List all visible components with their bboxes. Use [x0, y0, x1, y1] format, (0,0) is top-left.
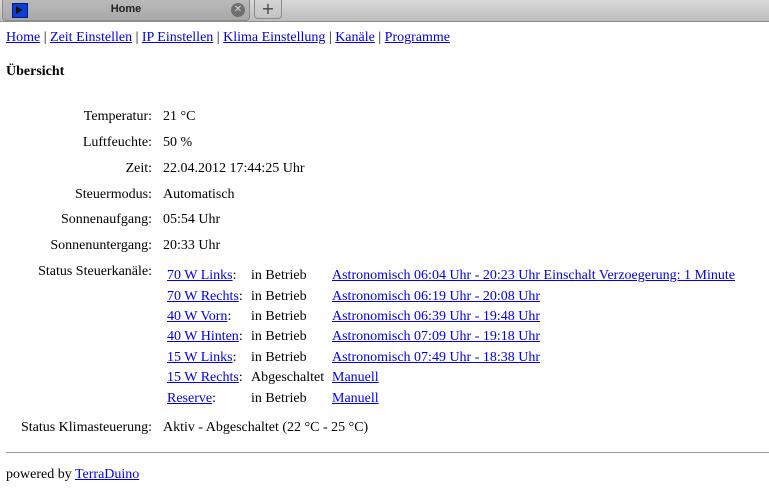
footer-prefix: powered by: [6, 467, 72, 482]
temperature-label: Temperatur:: [83, 109, 152, 124]
sunset-value: 20:33 Uhr: [163, 238, 221, 253]
channel-link-15w-links[interactable]: 15 W Links: [167, 350, 233, 365]
channel-name: 15 W Links:: [167, 350, 237, 366]
channel-colon: :: [238, 370, 243, 385]
new-tab-button[interactable]: +: [254, 0, 282, 19]
channel-colon: :: [238, 289, 243, 304]
channel-name: 70 W Links:: [167, 268, 237, 284]
browser-tab-bar: Home ✕ +: [0, 0, 769, 22]
channel-colon: :: [212, 391, 216, 406]
channel-name: Reserve:: [167, 391, 216, 407]
nav-separator: |: [216, 30, 220, 45]
channel-colon: :: [227, 309, 232, 324]
channel-name: 15 W Rechts:: [167, 370, 243, 386]
nav-link-zeit-einstellen[interactable]: Zeit Einstellen: [50, 30, 132, 45]
channel-colon: :: [232, 350, 237, 365]
nav-link-kanaele[interactable]: Kanäle: [335, 30, 375, 45]
channel-state: in Betrieb: [251, 289, 307, 304]
browser-tab[interactable]: Home ✕: [2, 0, 250, 21]
climate-label: Status Klimasteuerung:: [20, 420, 152, 435]
channel-program-link[interactable]: Astronomisch 07:09 Uhr - 19:18 Uhr: [332, 329, 540, 345]
humidity-value: 50 %: [163, 135, 193, 150]
tab-title: Home: [110, 3, 142, 15]
channel-colon: :: [238, 329, 243, 344]
sunset-label: Sonnenuntergang:: [50, 238, 152, 253]
control-mode-value: Automatisch: [163, 187, 235, 202]
nav-link-ip-einstellen[interactable]: IP Einstellen: [142, 30, 213, 45]
nav-link-home[interactable]: Home: [6, 30, 40, 45]
time-label: Zeit:: [125, 161, 152, 176]
plus-icon: +: [261, 0, 275, 18]
channel-link-40w-hinten[interactable]: 40 W Hinten: [167, 329, 239, 344]
channel-link-40w-vorn[interactable]: 40 W Vorn: [167, 309, 227, 324]
channel-state: in Betrieb: [251, 309, 307, 324]
nav-separator: |: [135, 30, 139, 45]
channel-program-link[interactable]: Astronomisch 07:49 Uhr - 18:38 Uhr: [332, 350, 540, 366]
main-nav: Home | Zeit Einstellen | IP Einstellen |…: [6, 30, 450, 46]
sunrise-label: Sonnenaufgang:: [61, 212, 152, 227]
page-title: Übersicht: [6, 64, 65, 79]
terraduino-link[interactable]: TerraDuino: [75, 467, 139, 482]
channel-program-link[interactable]: Manuell: [332, 370, 379, 386]
nav-separator: |: [43, 30, 47, 45]
channel-name: 40 W Vorn:: [167, 309, 231, 325]
control-mode-label: Steuermodus:: [75, 187, 152, 202]
footer: powered by TerraDuino: [6, 467, 139, 483]
channel-program-link[interactable]: Manuell: [332, 391, 379, 407]
nav-separator: |: [328, 30, 332, 45]
channel-name: 70 W Rechts:: [167, 289, 243, 305]
channel-link-reserve[interactable]: Reserve: [167, 391, 212, 406]
temperature-value: 21 °C: [163, 109, 196, 124]
channel-name: 40 W Hinten:: [167, 329, 243, 345]
channel-program-link[interactable]: Astronomisch 06:39 Uhr - 19:48 Uhr: [332, 309, 540, 325]
nav-separator: |: [378, 30, 382, 45]
humidity-label: Luftfeuchte:: [82, 135, 152, 150]
channel-state: in Betrieb: [251, 350, 307, 365]
sunrise-value: 05:54 Uhr: [163, 212, 221, 227]
nav-link-klima-einstellung[interactable]: Klima Einstellung: [223, 30, 325, 45]
time-value: 22.04.2012 17:44:25 Uhr: [163, 161, 305, 176]
channel-state: in Betrieb: [251, 391, 307, 406]
channels-label: Status Steuerkanäle:: [38, 264, 152, 279]
channel-state: Abgeschaltet: [251, 370, 325, 385]
channel-program-link[interactable]: Astronomisch 06:04 Uhr - 20:23 Uhr Einsc…: [332, 268, 735, 284]
channel-link-15w-rechts[interactable]: 15 W Rechts: [167, 370, 239, 385]
channel-program-link[interactable]: Astronomisch 06:19 Uhr - 20:08 Uhr: [332, 289, 540, 305]
close-icon[interactable]: ✕: [231, 3, 245, 17]
channel-link-70w-links[interactable]: 70 W Links: [167, 268, 233, 283]
nav-link-programme[interactable]: Programme: [385, 30, 450, 45]
channel-state: in Betrieb: [251, 329, 307, 344]
footer-divider: [6, 452, 769, 453]
channel-link-70w-rechts[interactable]: 70 W Rechts: [167, 289, 239, 304]
climate-value: Aktiv - Abgeschaltet (22 °C - 25 °C): [163, 420, 369, 435]
channel-state: in Betrieb: [251, 268, 307, 283]
channel-colon: :: [232, 268, 237, 283]
